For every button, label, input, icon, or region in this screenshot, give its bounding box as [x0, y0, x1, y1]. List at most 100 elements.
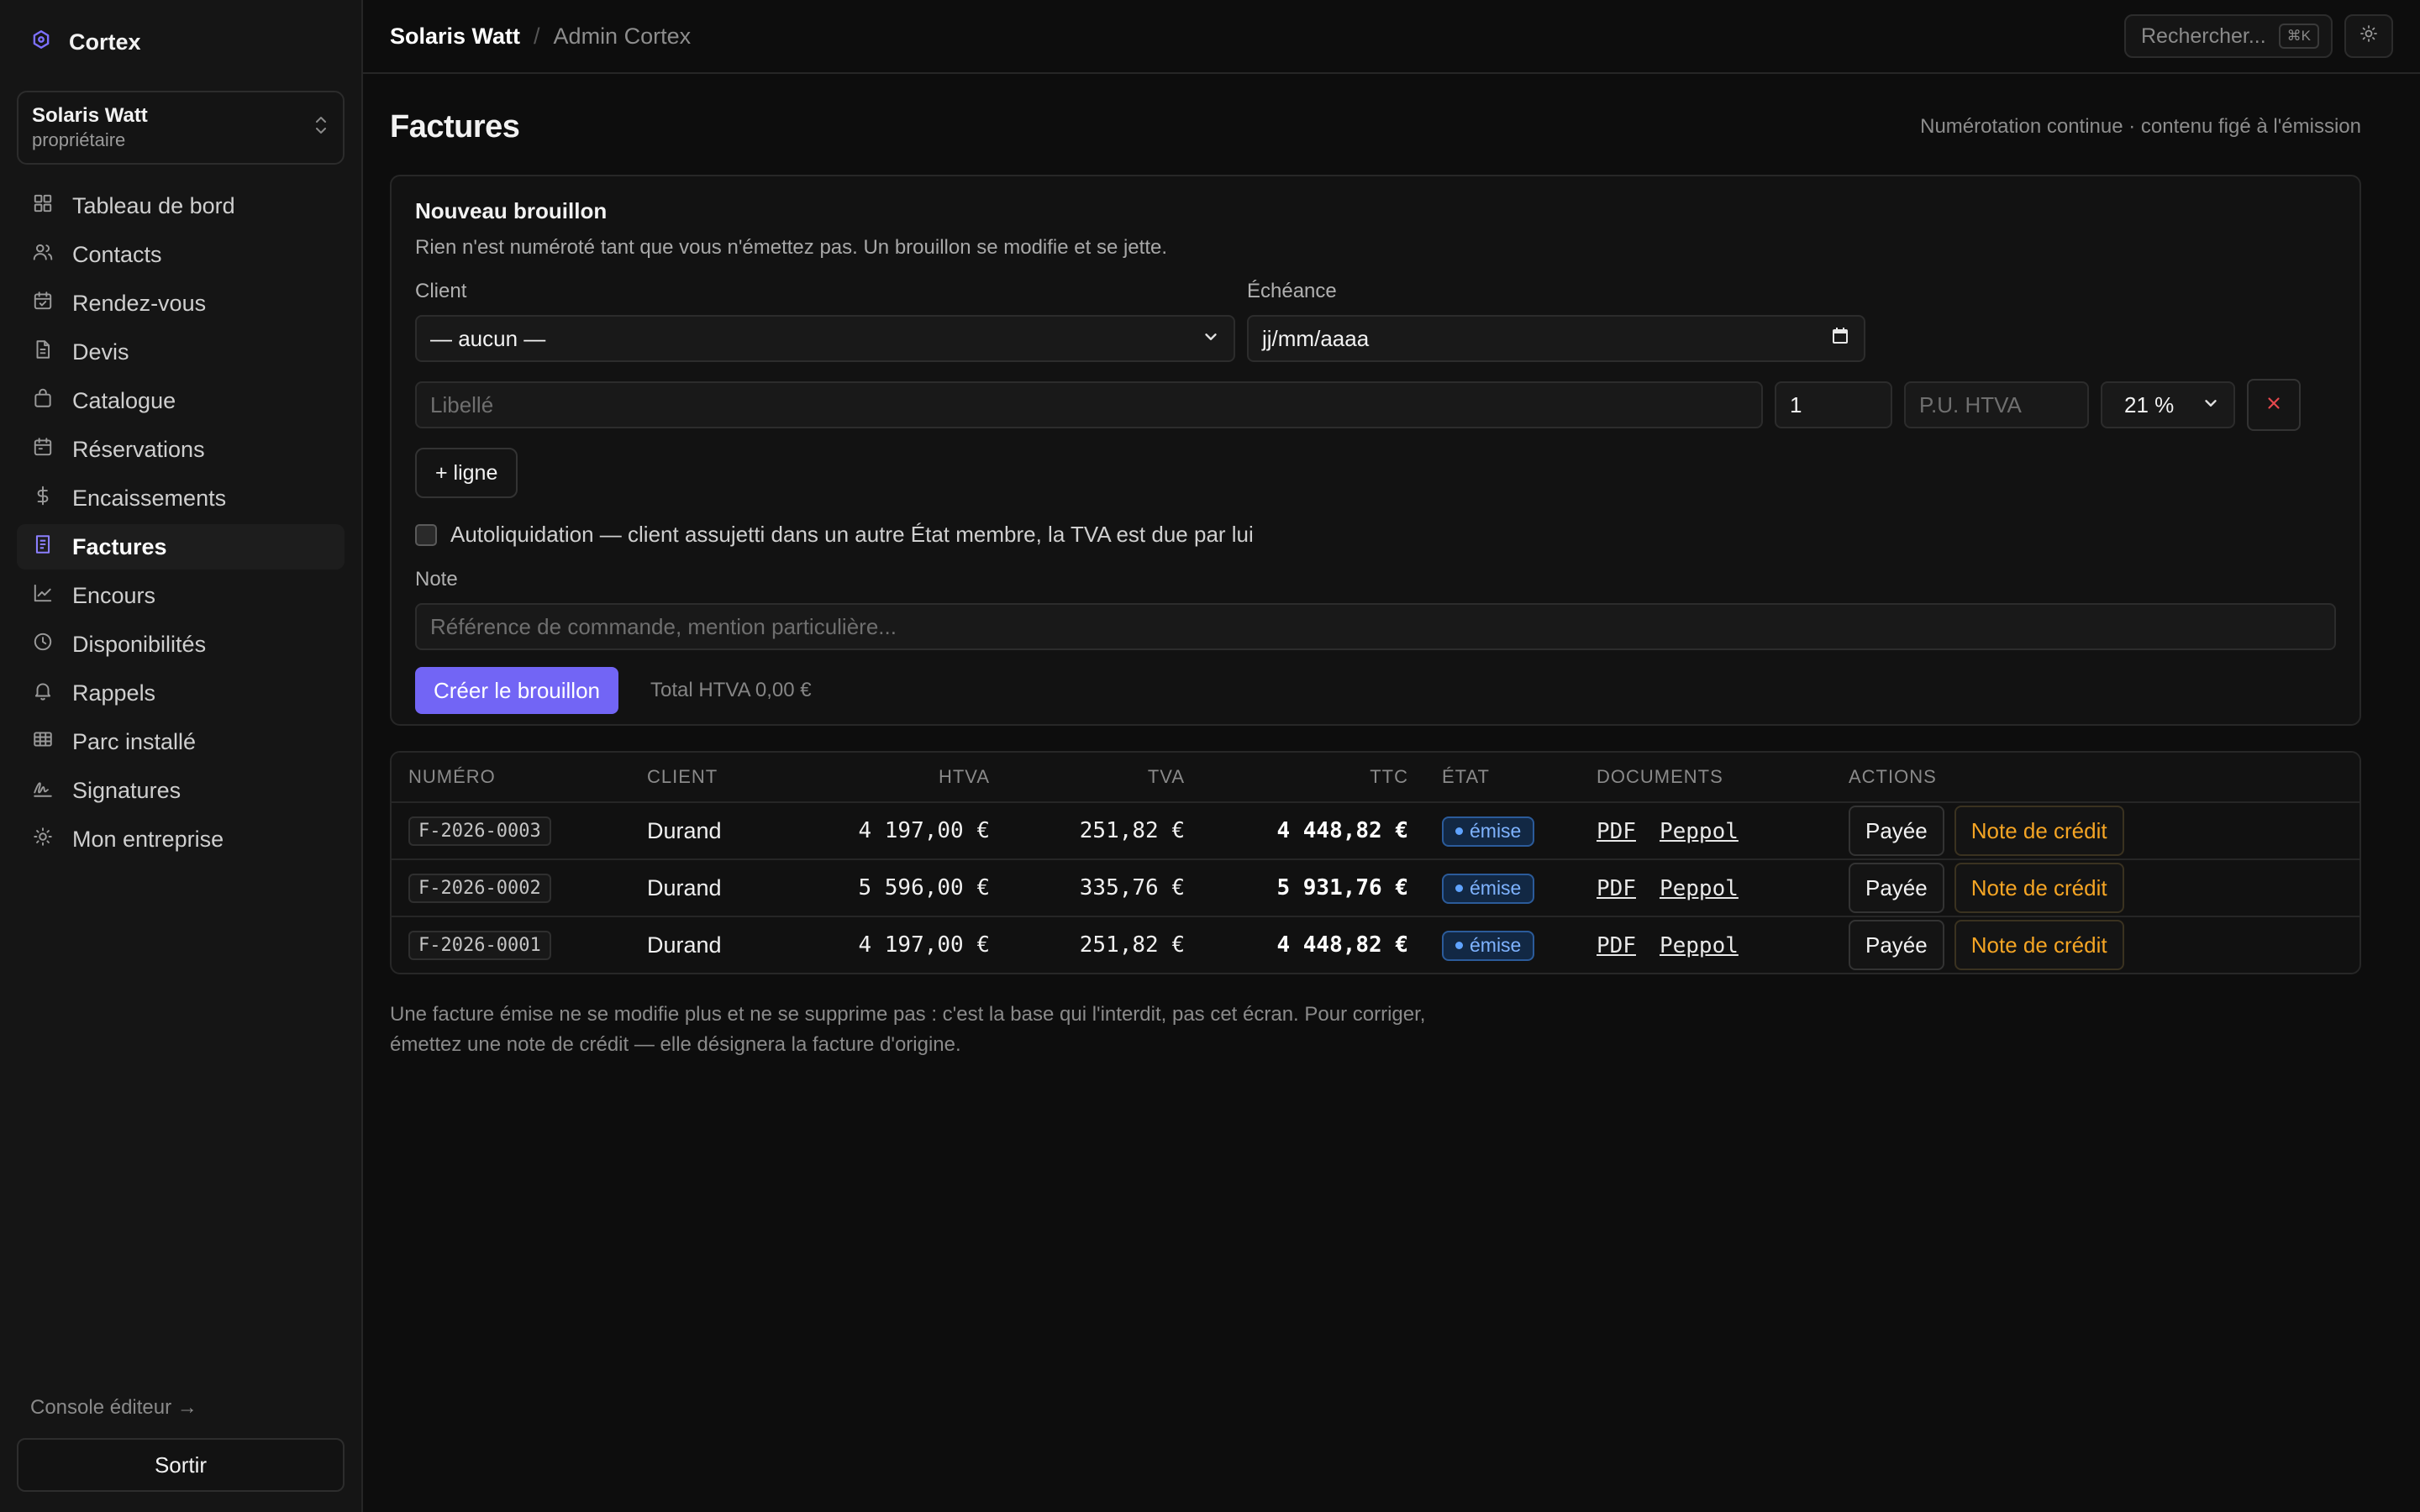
cortex-logo-icon — [30, 29, 52, 56]
line-label-input[interactable]: Libellé — [415, 381, 1763, 428]
invoice-htva: 4 197,00 € — [858, 932, 990, 958]
sidebar-item-encaissements[interactable]: Encaissements — [17, 475, 345, 521]
draft-total: Total HTVA 0,00 € — [650, 679, 812, 701]
table-row: F-2026-0002 Durand 5 596,00 € 335,76 € 5… — [392, 858, 2360, 916]
sidebar-item-disponibilites[interactable]: Disponibilités — [17, 622, 345, 667]
sidebar-item-contacts[interactable]: Contacts — [17, 232, 345, 277]
peppol-link[interactable]: Peppol — [1660, 819, 1739, 844]
note-input[interactable]: Référence de commande, mention particuli… — [415, 603, 2336, 650]
table-row: F-2026-0003 Durand 4 197,00 € 251,82 € 4… — [392, 801, 2360, 858]
chevron-down-icon — [2202, 392, 2220, 418]
add-line-button[interactable]: + ligne — [415, 448, 518, 498]
sidebar-item-label: Parc installé — [72, 728, 197, 754]
mark-paid-button[interactable]: Payée — [1849, 806, 1944, 856]
line-quantity-input[interactable]: 1 — [1775, 381, 1892, 428]
invoice-htva: 5 596,00 € — [858, 875, 990, 900]
status-label: émise — [1470, 820, 1522, 842]
sidebar-item-tableau-de-bord[interactable]: Tableau de bord — [17, 183, 345, 228]
client-select[interactable]: — aucun — — [415, 315, 1235, 362]
bell-icon — [32, 680, 54, 707]
pdf-link[interactable]: PDF — [1597, 876, 1636, 901]
column-header-ttc: TTC — [1370, 766, 1408, 787]
status-label: émise — [1470, 934, 1522, 956]
status-dot — [1455, 942, 1463, 949]
reverse-charge-label[interactable]: Autoliquidation — client assujetti dans … — [450, 522, 1254, 548]
invoice-line-row: Libellé 1 P.U. HTVA 21 % — [415, 379, 2336, 431]
sidebar-nav: Tableau de bord Contacts Rendez-vous Dev… — [0, 183, 361, 862]
search-button[interactable]: Rechercher... ⌘K — [2124, 14, 2333, 58]
document-icon — [32, 339, 54, 366]
logout-button[interactable]: Sortir — [17, 1438, 345, 1492]
theme-toggle-button[interactable] — [2344, 14, 2393, 58]
brand-name: Cortex — [69, 29, 141, 55]
sidebar-item-label: Devis — [72, 339, 129, 365]
chevron-up-down-icon — [313, 114, 329, 142]
invoice-icon — [32, 533, 54, 561]
sidebar-item-label: Tableau de bord — [72, 192, 235, 218]
pdf-link[interactable]: PDF — [1597, 819, 1636, 844]
credit-note-button[interactable]: Note de crédit — [1954, 920, 2124, 970]
invoice-client: Durand — [647, 874, 722, 900]
top-actions: Rechercher... ⌘K — [2124, 14, 2393, 58]
new-draft-card: Nouveau brouillon Rien n'est numéroté ta… — [390, 175, 2361, 726]
invoice-number: F-2026-0002 — [408, 873, 551, 903]
org-role: propriétaire — [32, 129, 126, 150]
sidebar-item-reservations[interactable]: Réservations — [17, 427, 345, 472]
sidebar-item-rendez-vous[interactable]: Rendez-vous — [17, 281, 345, 326]
due-date-placeholder: jj/mm/aaaa — [1262, 325, 1370, 351]
draft-title: Nouveau brouillon — [415, 198, 608, 223]
sidebar-item-mon-entreprise[interactable]: Mon entreprise — [17, 816, 345, 862]
pdf-link[interactable]: PDF — [1597, 933, 1636, 958]
credit-note-button[interactable]: Note de crédit — [1954, 806, 2124, 856]
draft-description: Rien n'est numéroté tant que vous n'émet… — [415, 236, 1167, 259]
calendar-icon — [32, 290, 54, 318]
table-header: NUMÉRO CLIENT HTVA TVA TTC ÉTAT DOCUMENT… — [392, 753, 2360, 801]
peppol-link[interactable]: Peppol — [1660, 876, 1739, 901]
sidebar-item-encours[interactable]: Encours — [17, 573, 345, 618]
sidebar-item-label: Catalogue — [72, 387, 176, 413]
search-shortcut: ⌘K — [2278, 24, 2319, 49]
sidebar-item-factures[interactable]: Factures — [17, 524, 345, 570]
line-unit-price-input[interactable]: P.U. HTVA — [1904, 381, 2089, 428]
create-draft-button[interactable]: Créer le brouillon — [415, 667, 618, 714]
credit-note-button[interactable]: Note de crédit — [1954, 863, 2124, 913]
line-quantity-value: 1 — [1790, 391, 1802, 417]
status-label: émise — [1470, 877, 1522, 899]
column-header-documents: DOCUMENTS — [1597, 766, 1723, 787]
line-unit-price-placeholder: P.U. HTVA — [1919, 391, 2022, 417]
signature-icon — [32, 777, 54, 805]
sidebar-item-signatures[interactable]: Signatures — [17, 768, 345, 813]
breadcrumb-org[interactable]: Solaris Watt — [390, 24, 520, 50]
page-title: Factures — [390, 108, 520, 144]
invoice-htva: 4 197,00 € — [858, 818, 990, 843]
reverse-charge-checkbox[interactable] — [415, 523, 437, 546]
search-label: Rechercher... — [2141, 24, 2266, 48]
sidebar-item-label: Encours — [72, 582, 156, 608]
brand[interactable]: Cortex — [0, 0, 361, 84]
invoice-tva: 251,82 € — [1079, 932, 1185, 958]
invoice-client: Durand — [647, 932, 722, 958]
client-select-value: — aucun — — [430, 325, 546, 351]
sidebar-item-devis[interactable]: Devis — [17, 329, 345, 375]
sidebar-item-rappels[interactable]: Rappels — [17, 670, 345, 716]
line-label-placeholder: Libellé — [430, 391, 494, 417]
mark-paid-button[interactable]: Payée — [1849, 863, 1944, 913]
invoice-tva: 335,76 € — [1079, 875, 1185, 900]
breadcrumb-page[interactable]: Admin Cortex — [554, 24, 692, 50]
remove-line-button[interactable] — [2247, 379, 2301, 431]
calendar-icon — [1830, 326, 1850, 352]
sidebar-item-catalogue[interactable]: Catalogue — [17, 378, 345, 423]
due-date-label: Échéance — [1247, 280, 1337, 302]
mark-paid-button[interactable]: Payée — [1849, 920, 1944, 970]
due-date-input[interactable]: jj/mm/aaaa — [1247, 315, 1865, 362]
clock-icon — [32, 631, 54, 659]
peppol-link[interactable]: Peppol — [1660, 933, 1739, 958]
sidebar-item-label: Signatures — [72, 777, 182, 803]
sidebar-item-parc-installe[interactable]: Parc installé — [17, 719, 345, 764]
invoice-number: F-2026-0003 — [408, 816, 551, 846]
org-switcher[interactable]: Solaris Watt propriétaire — [17, 91, 345, 165]
status-badge: émise — [1442, 874, 1535, 904]
console-editeur-link[interactable]: Console éditeur → — [17, 1396, 345, 1420]
line-vat-select[interactable]: 21 % — [2101, 381, 2235, 428]
column-header-status: ÉTAT — [1442, 766, 1490, 787]
